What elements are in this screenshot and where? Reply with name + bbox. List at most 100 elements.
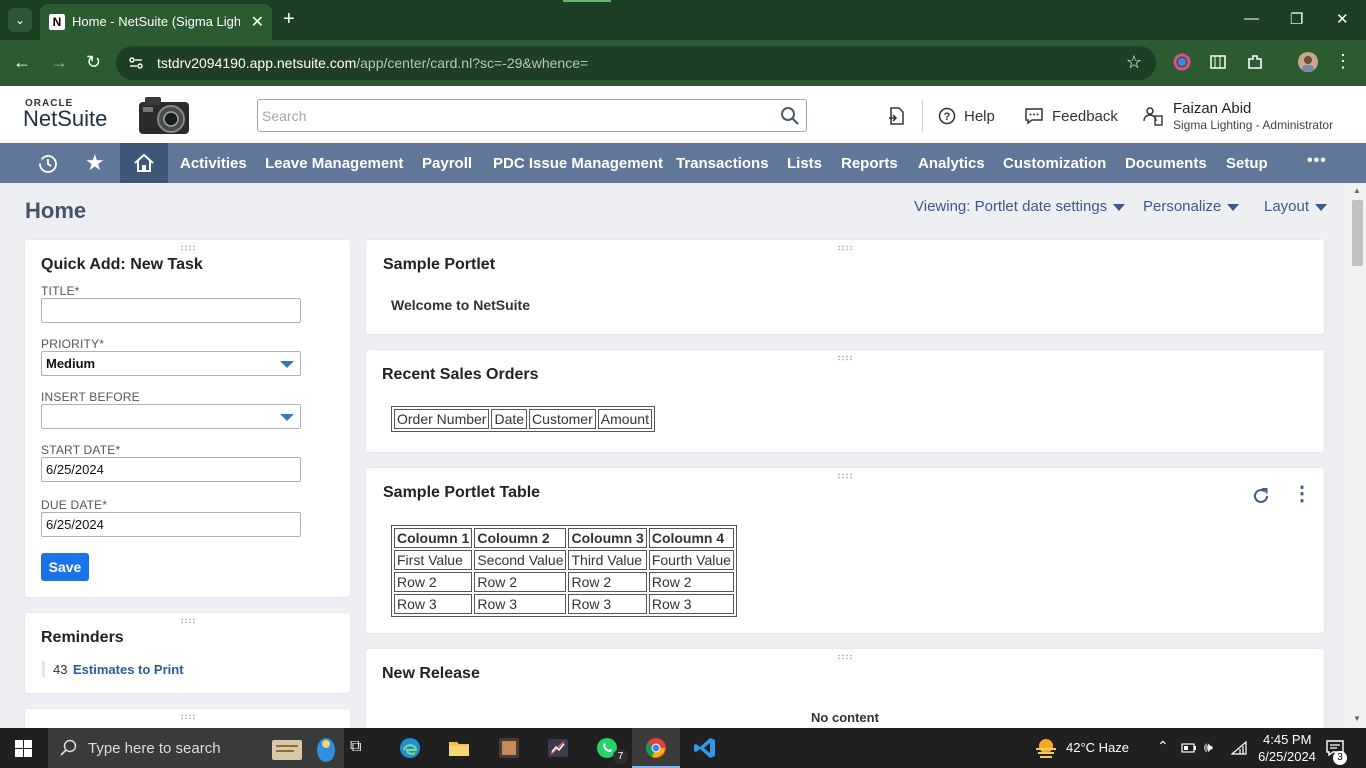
notification-badge: 3 (1333, 751, 1347, 765)
tab-close-icon[interactable]: ✕ (251, 12, 264, 32)
start-date-field[interactable]: 6/25/2024 (41, 457, 301, 482)
new-tab-icon[interactable]: + (283, 8, 295, 30)
due-date-field[interactable]: 6/25/2024 (41, 512, 301, 537)
window-close-icon[interactable]: ✕ (1336, 10, 1349, 28)
nav-activities[interactable]: Activities (180, 155, 247, 172)
scrollbar-thumb[interactable] (1352, 200, 1363, 266)
favorites-star-icon[interactable]: ★ (85, 150, 105, 176)
header-col-3: Coloumn 3 (568, 528, 647, 548)
viewing-label: Viewing: Portlet date settings (914, 198, 1108, 215)
vscode-icon[interactable] (693, 736, 717, 760)
nav-analytics[interactable]: Analytics (918, 155, 985, 172)
table-cell: Second Value (474, 550, 567, 570)
global-search[interactable] (257, 99, 807, 132)
address-bar[interactable]: tstdrv2094190.app.netsuite.com/app/cente… (116, 46, 1156, 80)
table-cell: Row 2 (474, 572, 567, 592)
header-amount: Amount (597, 409, 652, 429)
task-view-icon[interactable]: ⧉ (350, 738, 361, 756)
table-cell: Row 3 (648, 594, 734, 614)
nav-customization[interactable]: Customization (1003, 155, 1106, 172)
nav-leave-management[interactable]: Leave Management (265, 155, 403, 172)
help-link[interactable]: ? Help (938, 107, 995, 125)
chevron-down-icon (1315, 203, 1328, 211)
chrome-icon (646, 738, 666, 758)
drag-handle-icon[interactable] (179, 618, 196, 624)
forward-icon[interactable]: → (50, 52, 68, 73)
browser-menu-icon[interactable]: ⋮ (1334, 52, 1352, 70)
recent-history-icon[interactable] (37, 153, 59, 175)
drag-handle-icon[interactable] (837, 654, 853, 660)
tray-chevron-up-icon[interactable]: ⌃ (1157, 738, 1169, 755)
personalize-dropdown[interactable]: Personalize (1143, 198, 1240, 215)
insert-before-select[interactable] (41, 404, 301, 429)
header-customer: Customer (529, 409, 596, 429)
drag-handle-icon[interactable] (179, 714, 196, 720)
company-camera-logo-icon (139, 97, 189, 134)
nav-setup[interactable]: Setup (1226, 155, 1268, 172)
battery-icon[interactable] (1181, 742, 1197, 754)
site-settings-icon[interactable] (128, 55, 144, 71)
wifi-icon[interactable] (1231, 741, 1247, 755)
scroll-up-icon[interactable]: ▲ (1353, 186, 1361, 195)
refresh-icon[interactable] (1251, 486, 1271, 506)
chrome-taskbar-button[interactable] (632, 728, 680, 768)
feedback-link[interactable]: Feedback (1024, 107, 1118, 125)
bookmark-star-icon[interactable]: ☆ (1126, 52, 1142, 73)
weather-text[interactable]: 42°C Haze (1066, 740, 1129, 755)
recent-records-icon[interactable] (887, 106, 907, 126)
nav-documents[interactable]: Documents (1125, 155, 1207, 172)
file-explorer-icon[interactable] (447, 736, 471, 760)
layout-dropdown[interactable]: Layout (1264, 198, 1328, 215)
taskbar-search[interactable]: Type here to search (48, 728, 344, 768)
drag-handle-icon[interactable] (179, 245, 196, 251)
viewing-dropdown[interactable]: Viewing: Portlet date settings (914, 198, 1126, 215)
home-tab[interactable] (120, 143, 168, 183)
header-order-number: Order Number (394, 409, 490, 429)
weather-haze-icon[interactable] (1033, 737, 1059, 759)
nav-lists[interactable]: Lists (787, 155, 822, 172)
back-icon[interactable]: ← (13, 52, 31, 73)
priority-value: Medium (46, 356, 96, 371)
windows-start-icon[interactable] (15, 740, 32, 757)
user-role[interactable]: Sigma Lighting - Administrator (1173, 118, 1333, 132)
nav-payroll[interactable]: Payroll (422, 155, 472, 172)
scroll-down-icon[interactable]: ▼ (1353, 714, 1361, 723)
restore-icon[interactable]: ❐ (1290, 10, 1303, 28)
search-icon[interactable] (780, 106, 800, 126)
color-extension-icon[interactable] (1173, 53, 1191, 71)
volume-icon[interactable]: 🕪 (1204, 739, 1213, 756)
nav-more-icon[interactable]: ••• (1307, 152, 1327, 170)
netsuite-logo[interactable]: NetSuite (23, 106, 107, 132)
save-button[interactable]: Save (41, 553, 89, 581)
header-col-4: Coloumn 4 (648, 528, 734, 548)
reminder-bar (42, 661, 45, 677)
drag-handle-icon[interactable] (837, 473, 853, 479)
browser-toolbar: ← → ↻ tstdrv2094190.app.netsuite.com/app… (0, 40, 1366, 86)
user-name[interactable]: Faizan Abid (1173, 100, 1251, 117)
nav-transactions[interactable]: Transactions (676, 155, 769, 172)
sample-portlet-table: Sample Portlet Table ⋮ Coloumn 1 Coloumn… (366, 468, 1324, 633)
title-field[interactable] (41, 298, 301, 323)
nav-pdc-issue-management[interactable]: PDC Issue Management (493, 155, 663, 172)
edge-icon[interactable] (398, 736, 422, 760)
snipping-tool-icon[interactable] (546, 736, 570, 760)
global-search-input[interactable] (262, 106, 762, 126)
help-label: Help (964, 107, 995, 125)
extensions-puzzle-icon[interactable] (1246, 53, 1264, 71)
priority-select[interactable]: Medium (41, 351, 301, 376)
role-switch-icon[interactable] (1142, 105, 1164, 127)
tab-search-chevron-icon[interactable]: ⌄ (8, 8, 32, 32)
drag-handle-icon[interactable] (837, 355, 853, 361)
extension-icon[interactable] (1209, 53, 1227, 71)
clock-date[interactable]: 6/25/2024 (1253, 749, 1321, 764)
drag-handle-icon[interactable] (837, 245, 853, 251)
nav-reports[interactable]: Reports (841, 155, 898, 172)
reminder-link[interactable]: Estimates to Print (73, 662, 184, 677)
minimize-icon[interactable]: — (1244, 10, 1259, 27)
profile-avatar-icon[interactable] (1298, 52, 1318, 72)
media-app-icon[interactable] (497, 736, 521, 760)
clock-time[interactable]: 4:45 PM (1263, 732, 1311, 747)
portlet-menu-icon[interactable]: ⋮ (1292, 484, 1312, 504)
reload-icon[interactable]: ↻ (86, 52, 101, 73)
browser-tab-active[interactable]: N Home - NetSuite (Sigma Lighting ✕ (40, 4, 272, 40)
